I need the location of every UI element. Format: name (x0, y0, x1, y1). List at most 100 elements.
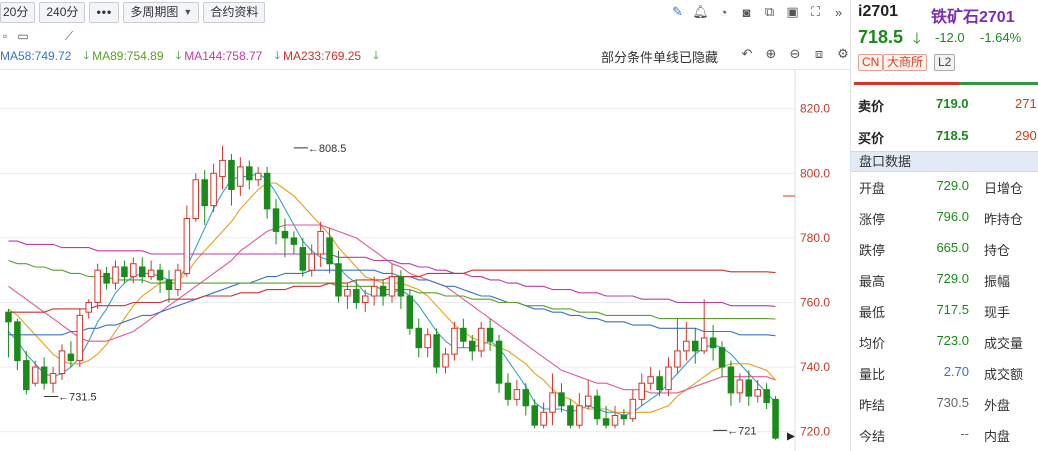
candle-body[interactable] (406, 295, 414, 329)
candle-body[interactable] (290, 237, 298, 245)
candle-body[interactable] (558, 392, 565, 407)
candle-body[interactable] (772, 398, 779, 439)
candle-body[interactable] (379, 285, 387, 297)
candle-body[interactable] (263, 172, 271, 210)
candle-body[interactable] (727, 366, 735, 394)
candle-body[interactable] (620, 414, 628, 420)
candle-body[interactable] (130, 263, 137, 278)
candle-body[interactable] (656, 376, 663, 391)
candle-body[interactable] (424, 334, 431, 349)
candle-body[interactable] (691, 340, 699, 352)
candle-body[interactable] (674, 350, 681, 368)
candle-body[interactable] (121, 266, 128, 278)
zoom-in-icon[interactable]: ⊕ (759, 46, 783, 62)
candle-body[interactable] (718, 347, 726, 368)
candle-body[interactable] (58, 350, 66, 375)
candle-body[interactable] (174, 269, 182, 291)
candle-body[interactable] (361, 295, 369, 303)
candle-body[interactable] (49, 373, 57, 384)
candle-body[interactable] (460, 327, 467, 342)
candle-body[interactable] (183, 218, 191, 274)
candle-body[interactable] (370, 285, 378, 297)
candle-body[interactable] (228, 159, 235, 190)
candle-body[interactable] (584, 395, 592, 407)
candle-body[interactable] (709, 337, 717, 349)
candle-body[interactable] (451, 327, 458, 355)
candle-body[interactable] (219, 159, 226, 178)
candle-body[interactable] (112, 266, 119, 284)
candle-body[interactable] (14, 321, 21, 362)
window-icon[interactable]: ▫ (0, 29, 10, 43)
kline-chart[interactable]: 720.0 740.0 760.0 780.0 800.0 820.0 ←808.5 ←731… (0, 70, 850, 451)
ma-more[interactable]: 🡓 (373, 47, 382, 66)
candle-body[interactable] (23, 360, 30, 391)
candle-body[interactable] (433, 334, 440, 368)
candle-body[interactable] (540, 411, 547, 426)
candle-body[interactable] (522, 389, 530, 407)
candle-body[interactable] (549, 392, 556, 413)
contract-info-button[interactable]: 合约资料 (203, 1, 266, 23)
undo-icon[interactable]: ↶ (735, 46, 759, 62)
candle-body[interactable] (602, 418, 610, 426)
candle-body[interactable] (67, 353, 75, 362)
period-20min-button[interactable]: 20分 (0, 1, 36, 23)
candle-body[interactable] (531, 405, 538, 426)
candle-body[interactable] (192, 179, 200, 220)
candle-body[interactable] (40, 366, 48, 384)
candle-body[interactable] (317, 230, 324, 255)
candle-body[interactable] (103, 272, 110, 284)
candle-body[interactable] (156, 269, 164, 281)
candle-body[interactable] (388, 276, 396, 297)
candle-body[interactable] (308, 253, 315, 271)
candle-body[interactable] (335, 263, 342, 297)
comment-icon[interactable]: ▭ (10, 29, 36, 43)
candle-body[interactable] (299, 247, 307, 271)
candle-body[interactable] (700, 337, 708, 352)
candle-body[interactable] (763, 389, 770, 404)
zoom-out-icon[interactable]: ⊖ (783, 46, 807, 62)
candle-body[interactable] (647, 376, 654, 384)
candle-body[interactable] (138, 266, 146, 278)
candle-body[interactable] (736, 379, 744, 394)
layout-icon[interactable]: ⧈ (807, 46, 831, 62)
pencil-icon[interactable]: ✎ (666, 3, 689, 21)
camera-icon[interactable]: ◙ (735, 3, 758, 21)
candle-body[interactable] (165, 279, 173, 291)
period-240min-button[interactable]: 240分 (39, 1, 86, 23)
ruler-icon[interactable]: ⟋ (56, 29, 82, 44)
multi-period-dropdown[interactable]: 多周期图 ▼ (123, 1, 200, 23)
candle-body[interactable] (415, 327, 423, 349)
candle-body[interactable] (5, 311, 12, 323)
candle-body[interactable] (745, 379, 753, 397)
candle-body[interactable] (495, 340, 503, 384)
candle-body[interactable] (477, 327, 485, 352)
candle-body[interactable] (210, 172, 217, 207)
candle-body[interactable] (469, 340, 476, 352)
candle-body[interactable] (567, 405, 574, 426)
candle-body[interactable] (513, 389, 521, 400)
candle-body[interactable] (76, 314, 84, 362)
bell-icon[interactable]: 🔔︎ (689, 3, 712, 21)
candle-body[interactable] (85, 301, 93, 313)
candle-body[interactable] (611, 414, 619, 426)
candle-body[interactable] (593, 395, 601, 420)
candle-body[interactable] (326, 237, 333, 265)
candle-body[interactable] (638, 382, 646, 400)
level2-badge[interactable]: L2 (934, 54, 956, 71)
candle-body[interactable] (94, 269, 101, 303)
copy-icon[interactable]: ⧉ (758, 3, 781, 21)
candle-body[interactable] (281, 230, 289, 239)
candle-body[interactable] (237, 166, 244, 187)
candle-body[interactable] (254, 172, 262, 181)
clock-icon[interactable]: ◔ (712, 3, 735, 21)
candle-body[interactable] (31, 366, 39, 384)
fullscreen-icon[interactable]: ⛶ (804, 3, 827, 21)
candle-body[interactable] (486, 327, 494, 342)
candle-body[interactable] (754, 389, 761, 397)
candle-body[interactable] (683, 340, 690, 352)
candle-body[interactable] (353, 289, 360, 303)
more-periods-button[interactable]: ••• (89, 1, 120, 23)
candle-body[interactable] (576, 405, 583, 426)
candle-body[interactable] (504, 382, 512, 400)
candle-body[interactable] (246, 166, 253, 181)
